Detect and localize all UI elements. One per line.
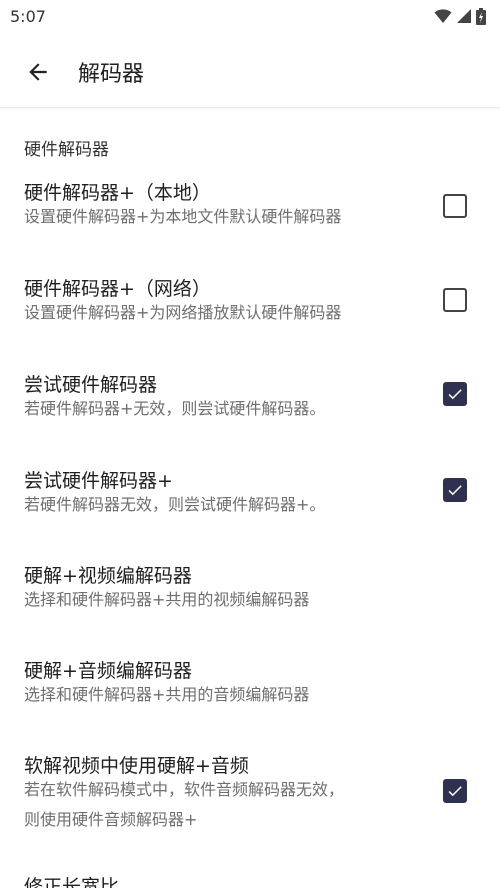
checkbox-try-hw-plus[interactable] <box>443 478 467 502</box>
pref-summary: 若硬件解码器无效，则尝试硬件解码器+。 <box>24 495 326 514</box>
pref-try-hw-decoder[interactable]: 尝试硬件解码器 若硬件解码器+无效，则尝试硬件解码器。 <box>0 370 500 458</box>
check-icon <box>448 485 462 496</box>
pref-title: 硬件解码器+（网络） <box>24 278 211 300</box>
status-bar: 5:07 <box>0 0 500 34</box>
signal-icon <box>457 9 471 23</box>
pref-summary-line-2: 则使用硬件音频解码器+ <box>24 810 198 829</box>
check-icon <box>448 389 462 400</box>
pref-title: 修正长宽比 <box>24 876 120 888</box>
pref-summary: 选择和硬件解码器+共用的音频编解码器 <box>24 685 310 704</box>
status-icons <box>434 7 486 25</box>
battery-icon <box>476 7 486 25</box>
pref-hw-decoder-plus-network[interactable]: 硬件解码器+（网络） 设置硬件解码器+为网络播放默认硬件解码器 <box>0 274 500 362</box>
arrow-left-icon <box>29 63 47 81</box>
pref-title: 硬件解码器+（本地） <box>24 182 211 204</box>
pref-title: 软解视频中使用硬解+音频 <box>24 755 249 777</box>
pref-title: 硬解+视频编解码器 <box>24 565 192 587</box>
checkbox-try-hw[interactable] <box>443 382 467 406</box>
back-button[interactable] <box>22 56 54 88</box>
pref-summary: 设置硬件解码器+为网络播放默认硬件解码器 <box>24 303 342 322</box>
pref-title: 尝试硬件解码器+ <box>24 470 173 492</box>
pref-try-hw-decoder-plus[interactable]: 尝试硬件解码器+ 若硬件解码器无效，则尝试硬件解码器+。 <box>0 466 500 554</box>
status-time: 5:07 <box>10 7 46 26</box>
app-bar: 解码器 <box>0 34 500 108</box>
pref-summary: 若硬件解码器+无效，则尝试硬件解码器。 <box>24 399 326 418</box>
pref-title: 尝试硬件解码器 <box>24 374 158 396</box>
pref-summary: 设置硬件解码器+为本地文件默认硬件解码器 <box>24 207 342 226</box>
pref-summary-line-1: 若在软件解码模式中，软件音频解码器无效， <box>24 780 345 799</box>
pref-hw-plus-video-codecs[interactable]: 硬解+视频编解码器 选择和硬件解码器+共用的视频编解码器 <box>0 561 500 649</box>
section-header: 硬件解码器 <box>24 140 109 160</box>
check-icon <box>448 786 462 797</box>
wifi-icon <box>434 9 452 23</box>
pref-hw-plus-audio-codecs[interactable]: 硬解+音频编解码器 选择和硬件解码器+共用的音频编解码器 <box>0 656 500 744</box>
pref-sw-video-hw-plus-audio[interactable]: 软解视频中使用硬解+音频 若在软件解码模式中，软件音频解码器无效， 则使用硬件音… <box>0 751 500 847</box>
checkbox-hw-network[interactable] <box>443 288 467 312</box>
checkbox-sw-video-hw-audio[interactable] <box>443 779 467 803</box>
checkbox-hw-local[interactable] <box>443 194 467 218</box>
page-title: 解码器 <box>78 62 145 87</box>
pref-fix-aspect-ratio[interactable]: 修正长宽比 <box>0 870 500 888</box>
pref-hw-decoder-plus-local[interactable]: 硬件解码器+（本地） 设置硬件解码器+为本地文件默认硬件解码器 <box>0 178 500 266</box>
pref-summary: 选择和硬件解码器+共用的视频编解码器 <box>24 590 310 609</box>
pref-title: 硬解+音频编解码器 <box>24 660 192 682</box>
